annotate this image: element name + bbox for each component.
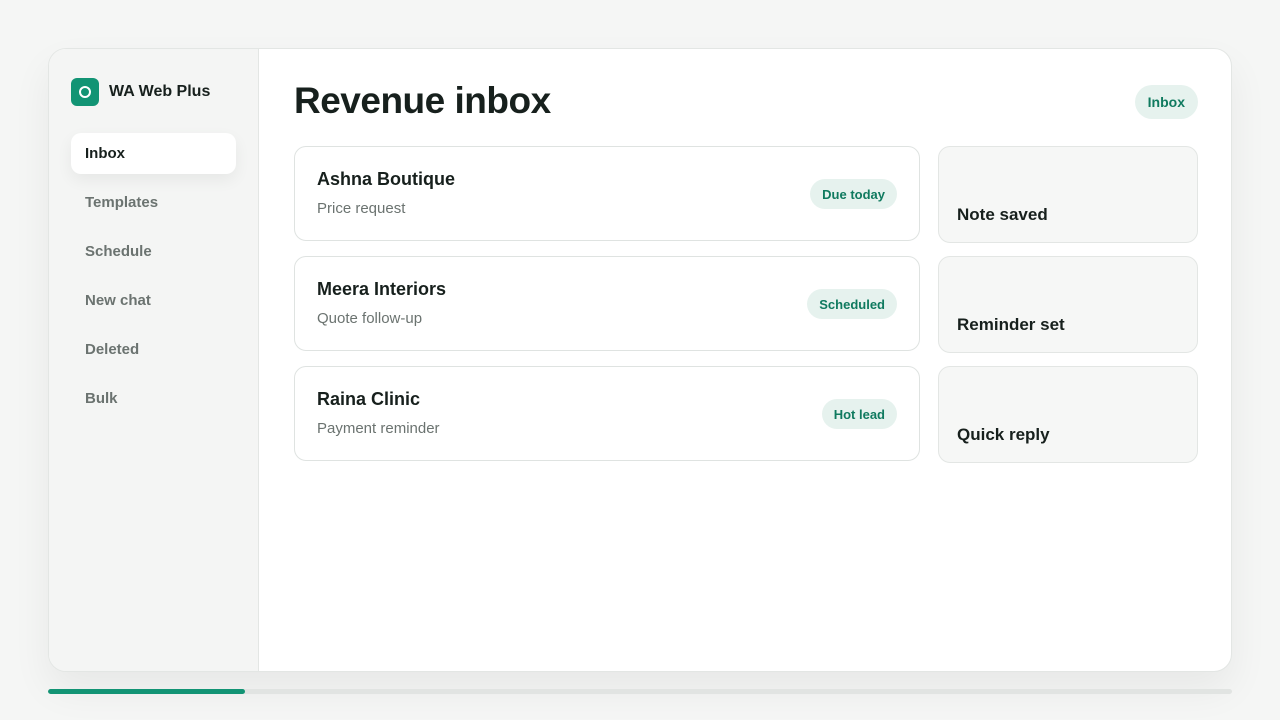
conversation-subtitle: Price request — [317, 200, 406, 217]
conversation-list: Ashna Boutique Price request Due today M… — [294, 146, 920, 476]
status-badge: Hot lead — [821, 399, 897, 429]
brand: WA Web Plus — [71, 78, 210, 106]
conversation-card[interactable]: Meera Interiors Quote follow-up Schedule… — [294, 256, 920, 351]
action-card-quick-reply[interactable]: Quick reply — [938, 366, 1198, 463]
app-logo-icon — [71, 78, 99, 106]
sidebar-item-deleted[interactable]: Deleted — [71, 329, 236, 370]
progress-fill — [48, 689, 245, 694]
main-panel: Revenue inbox Inbox Ashna Boutique Price… — [259, 49, 1231, 671]
progress-bar — [48, 689, 1232, 694]
sidebar-item-inbox[interactable]: Inbox — [71, 133, 236, 174]
conversation-name: Raina Clinic — [317, 389, 421, 409]
action-card-note-saved[interactable]: Note saved — [938, 146, 1198, 243]
action-label: Reminder set — [957, 315, 1065, 334]
sidebar-item-new-chat[interactable]: New chat — [71, 280, 236, 321]
conversation-subtitle: Payment reminder — [317, 420, 440, 437]
status-badge: Scheduled — [807, 289, 897, 319]
conversation-name: Meera Interiors — [317, 279, 447, 299]
inbox-badge: Inbox — [1134, 85, 1198, 119]
app-name: WA Web Plus — [109, 83, 211, 100]
sidebar-item-schedule[interactable]: Schedule — [71, 231, 236, 272]
sidebar-nav: Inbox Templates Schedule New chat Delete… — [71, 133, 236, 427]
conversation-card[interactable]: Raina Clinic Payment reminder Hot lead — [294, 366, 920, 461]
action-list: Note saved Reminder set Quick reply — [938, 146, 1198, 476]
sidebar-item-templates[interactable]: Templates — [71, 182, 236, 223]
action-label: Note saved — [957, 205, 1048, 224]
sidebar: WA Web Plus Inbox Templates Schedule New… — [49, 49, 259, 671]
conversation-subtitle: Quote follow-up — [317, 310, 423, 327]
app-window: WA Web Plus Inbox Templates Schedule New… — [48, 48, 1232, 672]
status-badge: Due today — [810, 179, 897, 209]
sidebar-item-bulk[interactable]: Bulk — [71, 378, 236, 419]
action-card-reminder-set[interactable]: Reminder set — [938, 256, 1198, 353]
action-label: Quick reply — [957, 425, 1050, 444]
page-title: Revenue inbox — [294, 80, 551, 121]
conversation-name: Ashna Boutique — [317, 169, 455, 189]
conversation-card[interactable]: Ashna Boutique Price request Due today — [294, 146, 920, 241]
